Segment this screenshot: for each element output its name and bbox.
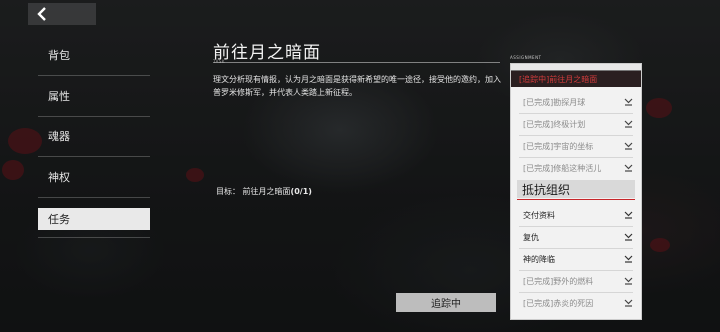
quest-label: 复仇 [523,232,539,242]
chevron-down-icon [624,120,633,128]
divider [38,116,150,117]
quest-label: 神的降临 [523,254,555,264]
sidebar-item-label: 魂器 [48,130,70,143]
chevron-down-icon [624,255,633,263]
back-button[interactable] [28,3,96,25]
goal-label: 目标： [216,187,240,196]
quest-list-item[interactable]: [已完成]宇宙的坐标 [511,136,641,156]
sidebar-item-label: 属性 [48,90,70,103]
quest-list-item[interactable]: 交付资料 [511,205,641,225]
sidebar-item-soul-vessel[interactable]: 魂器 [38,125,150,147]
quest-list-item[interactable]: [已完成]野外的燃料 [511,271,641,291]
chevron-down-icon [624,98,633,106]
chevron-down-icon [624,277,633,285]
sidebar-item-label: 任务 [48,213,70,226]
chevron-left-icon [37,7,46,21]
chevron-down-icon [624,164,633,172]
quest-list-item[interactable]: 神的降临 [511,249,641,269]
divider [38,75,150,76]
quest-label: 交付资料 [523,210,555,220]
quest-label: [已完成]宇宙的坐标 [523,141,594,151]
panel-header-bar [511,64,641,71]
quest-list-item[interactable]: 复仇 [511,227,641,247]
chevron-down-icon [624,211,633,219]
chevron-down-icon [624,233,633,241]
sidebar-item-label: 神权 [48,171,70,184]
quest-description: 理文分析现有情报，认为月之暗面是获得新希望的唯一途径，接受他的邀约，加入普罗米修… [213,75,501,97]
quest-label: [已完成]野外的燃料 [523,276,594,286]
divider [38,156,150,157]
quest-title: 前往月之暗面 [213,43,321,63]
current-tracked-quest[interactable]: [追踪中]前往月之暗面 [511,71,641,87]
quest-goal: 目标： 前往月之暗面(0/1) [216,186,312,197]
assignment-label: ASSIGNMENT [510,55,542,60]
chevron-down-icon [624,299,633,307]
divider [38,197,150,198]
assignment-panel: [追踪中]前往月之暗面 [已完成]勘探月球 [已完成]终极计划 [已完成]宇宙的… [510,63,642,320]
quest-list-item[interactable]: [已完成]赤炎的死因 [511,293,641,313]
group-underline [517,199,635,200]
divider [38,237,150,238]
quest-label: [已完成]勘探月球 [523,97,586,107]
quest-list-item[interactable]: [已完成]勘探月球 [511,92,641,112]
sidebar-item-attributes[interactable]: 属性 [38,85,150,107]
tracking-button[interactable]: 追踪中 [396,293,496,312]
goal-progress: (0/1) [290,187,312,196]
sidebar-item-divine-authority[interactable]: 神权 [38,166,150,188]
sidebar-item-label: 背包 [48,49,70,62]
sidebar-item-backpack[interactable]: 背包 [38,44,150,66]
quest-label: [已完成]终极计划 [523,119,586,129]
sidebar-item-quests[interactable]: 任务 [38,208,150,230]
title-underline [213,62,500,63]
quest-list-item[interactable]: [已完成]修船这种活儿 [511,158,641,178]
goal-text: 前往月之暗面 [242,187,291,196]
quest-label: [已完成]赤炎的死因 [523,298,594,308]
quest-list-item[interactable]: [已完成]终极计划 [511,114,641,134]
quest-group-header[interactable]: 抵抗组织 [517,180,635,198]
chevron-down-icon [624,142,633,150]
quest-label: [已完成]修船这种活儿 [523,163,602,173]
